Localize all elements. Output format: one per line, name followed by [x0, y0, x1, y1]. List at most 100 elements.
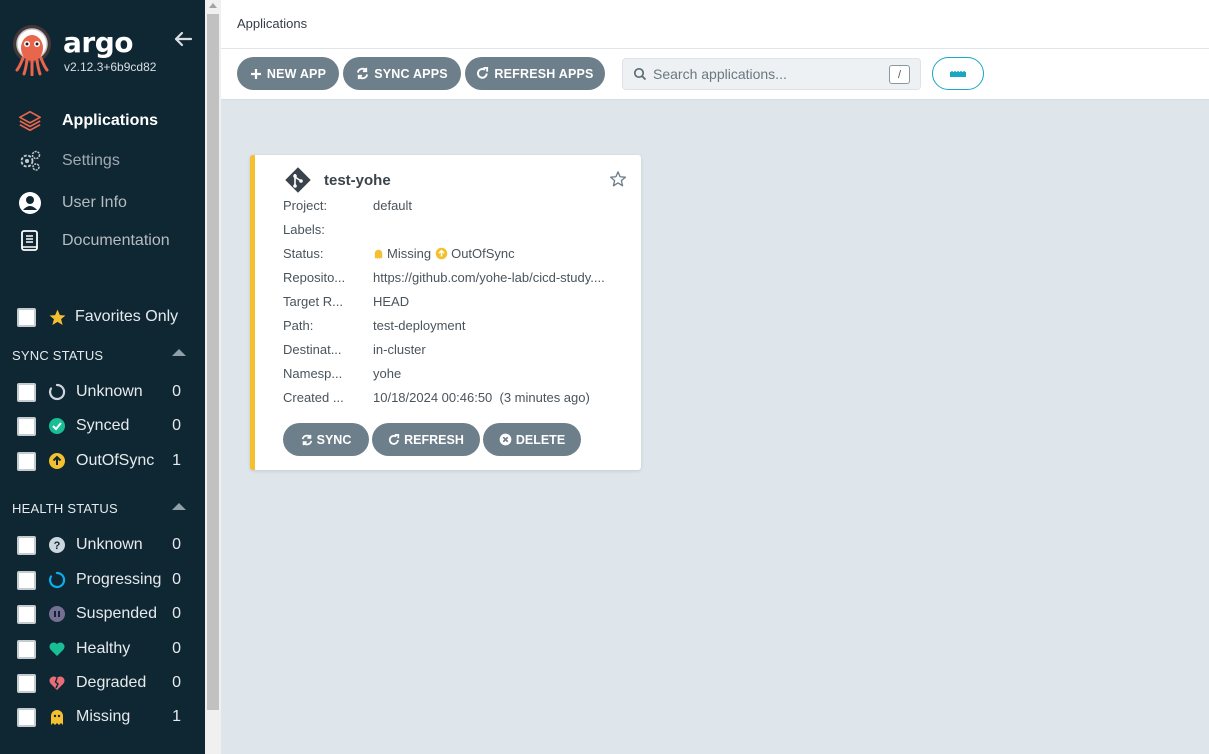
- sidebar-item-label: Documentation: [62, 232, 170, 249]
- scroll-up-icon[interactable]: [209, 3, 217, 8]
- ghost-icon: [48, 708, 66, 726]
- arrow-circle-up-icon: [435, 247, 448, 260]
- favorite-star-icon[interactable]: [609, 170, 627, 193]
- filter-health-progressing[interactable]: Progressing 0: [17, 569, 187, 591]
- user-circle-icon: [18, 191, 42, 215]
- heart-broken-icon: [48, 674, 66, 692]
- filter-health-suspended[interactable]: Suspended 0: [17, 603, 187, 625]
- top-header: Applications: [221, 0, 1209, 49]
- filter-health-degraded[interactable]: Degraded 0: [17, 672, 187, 694]
- row-key: Path:: [283, 318, 314, 333]
- sidebar-item-user-info[interactable]: User Info: [18, 190, 127, 216]
- row-key: Reposito...: [283, 270, 346, 285]
- sidebar-item-label: Settings: [62, 152, 120, 169]
- favorites-only-filter[interactable]: Favorites Only: [17, 306, 178, 328]
- search-input[interactable]: [653, 64, 883, 84]
- filter-checkbox[interactable]: [17, 451, 36, 471]
- health-status-title: HEALTH STATUS: [12, 501, 118, 516]
- sync-collapse-icon[interactable]: [172, 349, 186, 356]
- sync-status: OutOfSync: [451, 246, 515, 261]
- delete-label: DELETE: [515, 432, 566, 447]
- redo-icon: [476, 67, 489, 80]
- row-value[interactable]: https://github.com/yohe-lab/cicd-study..…: [373, 270, 618, 285]
- application-tile[interactable]: test-yohe Project: default Labels: Statu…: [250, 155, 641, 470]
- filter-checkbox[interactable]: [17, 707, 36, 727]
- health-collapse-icon[interactable]: [172, 503, 186, 510]
- row-key: Created ...: [283, 390, 344, 405]
- new-app-button[interactable]: NEW APP: [237, 57, 339, 90]
- filter-sync-outofsync[interactable]: OutOfSync 1: [17, 450, 187, 472]
- sidebar-scrollbar[interactable]: [205, 0, 221, 754]
- filter-label: Suspended: [76, 605, 157, 622]
- filter-checkbox[interactable]: [17, 416, 36, 436]
- search-box[interactable]: /: [622, 58, 921, 90]
- redo-icon: [388, 433, 400, 446]
- application-name[interactable]: test-yohe: [324, 172, 391, 189]
- filter-checkbox[interactable]: [17, 604, 36, 624]
- row-value: yohe: [373, 366, 402, 381]
- refresh-button[interactable]: REFRESH: [372, 423, 480, 456]
- row-key: Target R...: [283, 294, 343, 309]
- check-circle-icon: [48, 417, 66, 435]
- version-label: v2.12.3+6b9cd82: [64, 60, 157, 74]
- sync-status-title: SYNC STATUS: [12, 348, 104, 363]
- filter-sync-synced[interactable]: Synced 0: [17, 415, 187, 437]
- question-circle-icon: ?: [48, 536, 66, 554]
- row-key: Labels:: [283, 222, 325, 237]
- filter-label: Degraded: [76, 674, 147, 691]
- filter-count: 0: [172, 571, 181, 588]
- sidebar-item-documentation[interactable]: Documentation: [18, 228, 170, 254]
- pause-circle-icon: [48, 605, 66, 623]
- filter-label: Synced: [76, 417, 130, 434]
- filter-health-healthy[interactable]: Healthy 0: [17, 638, 187, 660]
- times-circle-icon: [499, 433, 512, 446]
- toolbar: NEW APP SYNC APPS REFRESH APPS /: [221, 49, 1209, 100]
- refresh-label: REFRESH: [404, 432, 464, 447]
- filter-label: Unknown: [76, 536, 143, 553]
- filter-checkbox[interactable]: [17, 639, 36, 659]
- refresh-apps-label: REFRESH APPS: [494, 66, 594, 81]
- layers-icon: [18, 109, 42, 133]
- filter-count: 0: [172, 383, 181, 400]
- row-value: default: [373, 198, 413, 213]
- filter-checkbox[interactable]: [17, 382, 36, 402]
- scroll-thumb[interactable]: [207, 14, 219, 710]
- sync-button[interactable]: SYNC: [283, 423, 369, 456]
- row-value: Missing OutOfSync: [373, 246, 618, 261]
- filter-sync-unknown[interactable]: Unknown 0: [17, 381, 187, 403]
- brand-name: argo: [63, 26, 133, 59]
- sync-apps-button[interactable]: SYNC APPS: [343, 57, 461, 90]
- filter-label: Progressing: [76, 571, 162, 588]
- filter-checkbox[interactable]: [17, 673, 36, 693]
- row-key: Namesp...: [283, 366, 343, 381]
- collapse-sidebar-icon[interactable]: [172, 28, 194, 50]
- filter-health-missing[interactable]: Missing 1: [17, 706, 187, 728]
- circle-notch-icon: [48, 383, 66, 401]
- sidebar-item-label: User Info: [62, 194, 127, 211]
- filter-count: 1: [172, 452, 181, 469]
- sidebar-item-settings[interactable]: Settings: [18, 148, 120, 174]
- book-icon: [18, 229, 42, 253]
- sidebar-item-applications[interactable]: Applications: [18, 108, 158, 134]
- sync-apps-label: SYNC APPS: [374, 66, 448, 81]
- filter-label: OutOfSync: [76, 452, 155, 469]
- filter-health-unknown[interactable]: ? Unknown 0: [17, 534, 187, 556]
- sync-icon: [301, 434, 313, 446]
- breadcrumb[interactable]: Applications: [237, 16, 307, 31]
- filter-count: 0: [172, 605, 181, 622]
- filter-label: Unknown: [76, 383, 143, 400]
- argo-logo-icon[interactable]: [10, 24, 54, 77]
- row-value: test-deployment: [373, 318, 466, 333]
- delete-button[interactable]: DELETE: [483, 423, 581, 456]
- favorites-checkbox[interactable]: [17, 307, 36, 327]
- view-mode-button[interactable]: [932, 57, 984, 90]
- filter-checkbox[interactable]: [17, 570, 36, 590]
- tiles-view-icon: [950, 65, 966, 83]
- refresh-apps-button[interactable]: REFRESH APPS: [465, 57, 605, 90]
- search-shortcut-hint: /: [889, 65, 910, 84]
- filter-label: Healthy: [76, 640, 131, 657]
- arrow-circle-up-icon: [48, 452, 66, 470]
- filter-count: 1: [172, 708, 181, 725]
- filter-checkbox[interactable]: [17, 535, 36, 555]
- sync-icon: [356, 67, 369, 80]
